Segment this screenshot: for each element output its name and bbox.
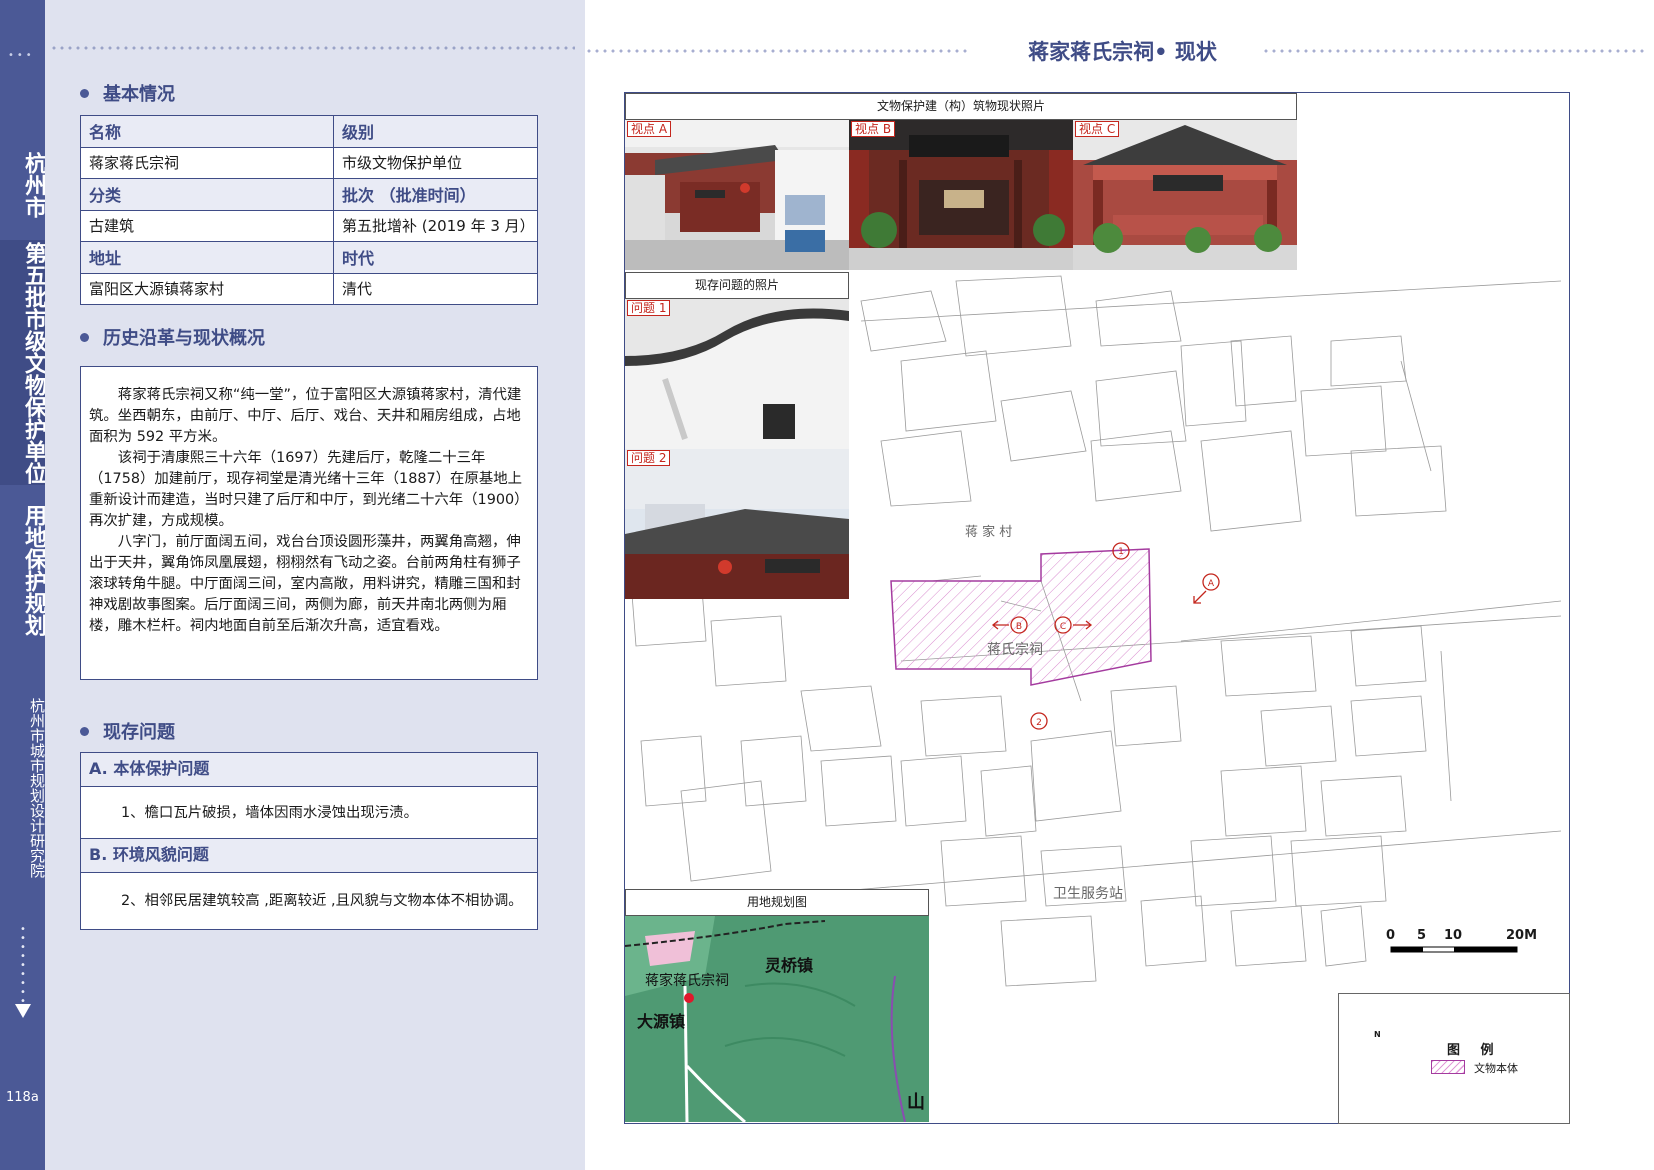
map-legend: N 图 例 文物本体 [1338, 993, 1570, 1124]
sidebar-dots: ••• [8, 50, 35, 61]
table-cell-address: 富阳区大源镇蒋家村 [80, 272, 334, 305]
problem-1-tag: 问题 1 [627, 300, 671, 316]
basic-info-table: 名称 级别 蒋家蒋氏宗祠 市级文物保护单位 分类 批次 （批准时间） 古建筑 第… [80, 115, 538, 305]
sidebar-section: 用地保护规划 [21, 504, 46, 636]
photo-view-c: 视点 C [1073, 120, 1297, 270]
svg-text:B: B [1016, 622, 1022, 632]
legend-label: 文物本体 [1474, 1062, 1518, 1075]
photo-problem-2: 问题 2 [625, 449, 849, 599]
photo-problem-2-art [625, 449, 849, 599]
landuse-label-mark: 山 [907, 1092, 925, 1113]
photos-caption: 文物保护建（构）筑物现状照片 [625, 93, 1297, 120]
table-cell-batch: 第五批增补 (2019 年 3 月） [333, 209, 538, 242]
svg-text:1: 1 [1118, 547, 1124, 557]
svg-text:2: 2 [1036, 718, 1042, 728]
history-paragraph: 蒋家蒋氏宗祠又称“纯一堂”，位于富阳区大源镇蒋家村，清代建筑。坐西朝东，由前厅、… [89, 387, 522, 445]
view-c-tag: 视点 C [1075, 121, 1120, 137]
scale-label: 0 [1386, 928, 1396, 943]
issue-b-heading: B. 环境风貌问题 [81, 839, 537, 873]
section-issues-title: 现存问题 [80, 718, 175, 744]
table-cell-level: 市级文物保护单位 [333, 146, 538, 179]
north-label: N [1374, 1030, 1381, 1039]
top-dots-right [585, 48, 970, 54]
page-title: 蒋家蒋氏宗祠• 现状 [1028, 40, 1217, 64]
section-history-title: 历史沿革与现状概况 [80, 324, 265, 350]
table-cell-name: 蒋家蒋氏宗祠 [80, 146, 334, 179]
photo-problem-1-art [625, 308, 849, 449]
photo-view-b: 视点 B [849, 120, 1073, 270]
landuse-map: 蒋家蒋氏宗祠 灵桥镇 大源镇 山 [625, 916, 929, 1122]
bullet-icon [80, 726, 89, 736]
bullet-icon [80, 88, 89, 98]
view-a-tag: 视点 A [627, 121, 672, 137]
photo-view-c-art [1073, 120, 1297, 270]
sidebar-city: 杭州市 [21, 152, 46, 218]
view-b-tag: 视点 B [851, 121, 896, 137]
sidebar: ••• 杭州市 第五批市级文物保护单位 用地保护规划 杭州市城市规划设计研究院 … [0, 0, 46, 1170]
photo-problem-1: 问题 1 [625, 299, 849, 449]
table-header-category: 分类 [80, 178, 334, 211]
history-paragraph: 该祠于清康熙三十六年（1697）先建后厅，乾隆二十三年（1758）加建前厅，现存… [89, 450, 529, 529]
issue-a-heading: A. 本体保护问题 [81, 753, 537, 787]
landuse-label-town1: 灵桥镇 [765, 956, 814, 975]
photo-view-b-art [849, 120, 1073, 270]
legend-hatch-swatch [1431, 1060, 1465, 1074]
scale-label: 10 [1444, 928, 1463, 943]
scale-label: 5 [1417, 928, 1427, 943]
table-header-address: 地址 [80, 241, 334, 274]
table-header-batch: 批次 （批准时间） [333, 178, 538, 211]
table-header-level: 级别 [333, 115, 538, 148]
table-header-era: 时代 [333, 241, 538, 274]
page-number: 118a [6, 1090, 39, 1105]
map-label-village: 蒋 家 村 [965, 525, 1013, 540]
problem-2-tag: 问题 2 [627, 450, 671, 466]
landuse-label-site: 蒋家蒋氏宗祠 [645, 973, 729, 989]
top-dots-left [50, 45, 575, 51]
landuse-label-town2: 大源镇 [637, 1012, 686, 1031]
svg-text:A: A [1208, 579, 1215, 589]
issues-box: A. 本体保护问题 1、檐口瓦片破损，墙体因雨水浸蚀出现污渍。 B. 环境风貌问… [80, 752, 538, 930]
scale-bar [1390, 946, 1518, 953]
sidebar-vertical-dots: • • • • • • • • • [20, 924, 26, 1007]
landuse-caption: 用地规划图 [625, 889, 929, 916]
scale-label: 20M [1506, 928, 1538, 943]
down-arrow-icon [15, 1004, 31, 1018]
table-cell-era: 清代 [333, 272, 538, 305]
history-text-box: 蒋家蒋氏宗祠又称“纯一堂”，位于富阳区大源镇蒋家村，清代建筑。坐西朝东，由前厅、… [80, 366, 538, 680]
sidebar-series: 第五批市级文物保护单位 [0, 240, 46, 485]
problems-caption: 现存问题的照片 [625, 272, 849, 299]
section-basic-title: 基本情况 [80, 80, 175, 106]
history-paragraph: 八字门，前厅面阔五间，戏台台顶设圆形藻井，两翼角高翘，伸出于天井，翼角饰凤凰展翅… [89, 534, 521, 634]
table-header-name: 名称 [80, 115, 334, 148]
photo-view-a-art [625, 145, 849, 270]
table-cell-category: 古建筑 [80, 209, 334, 242]
map-label-site: 蒋氏宗祠 [987, 642, 1043, 658]
photo-view-a: 视点 A [625, 120, 849, 270]
issue-b-text: 2、相邻民居建筑较高 ,距离较近 ,且风貌与文物本体不相协调。 [121, 893, 523, 909]
legend-title: 图 例 [1447, 1043, 1502, 1058]
sidebar-institute: 杭州市城市规划设计研究院 [28, 698, 46, 878]
map-label-clinic: 卫生服务站 [1053, 886, 1123, 902]
top-dots-right [1262, 48, 1647, 54]
svg-text:C: C [1060, 622, 1066, 632]
issue-a-text: 1、檐口瓦片破损，墙体因雨水浸蚀出现污渍。 [81, 787, 537, 839]
bullet-icon [80, 332, 89, 342]
